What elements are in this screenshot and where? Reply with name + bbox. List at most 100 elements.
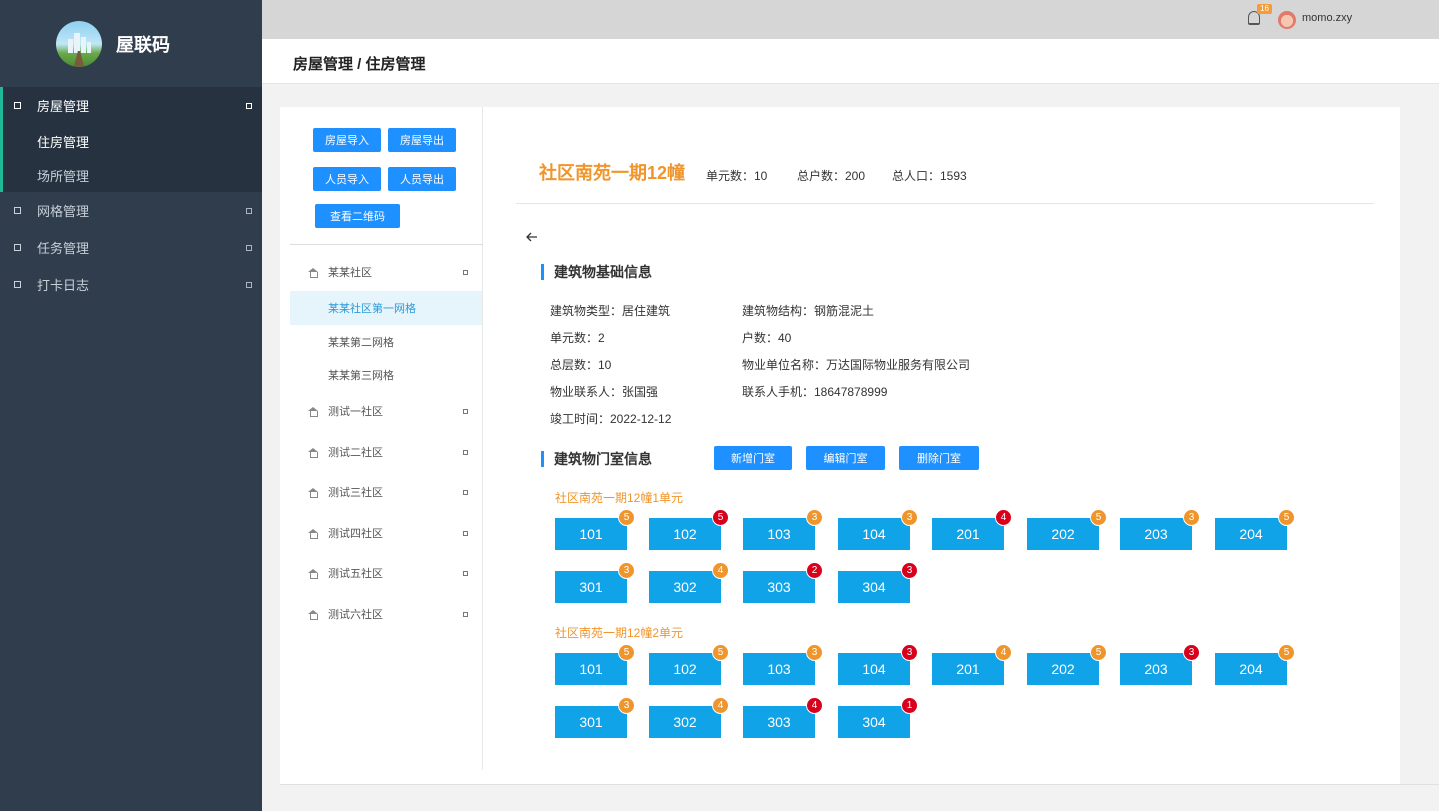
room-count-badge: 4 — [995, 509, 1012, 526]
room-button[interactable]: 203 — [1120, 518, 1192, 550]
tree-node[interactable]: 测试四社区 — [280, 516, 482, 550]
house-icon — [308, 568, 318, 579]
expand-icon — [463, 269, 468, 275]
tree-node-label: 测试四社区 — [328, 528, 383, 540]
expand-icon — [246, 102, 252, 109]
room-button[interactable]: 102 — [649, 653, 721, 685]
tree-node-label: 测试一社区 — [328, 406, 383, 418]
divider — [516, 203, 1374, 204]
room-button[interactable]: 201 — [932, 653, 1004, 685]
avatar[interactable] — [1278, 11, 1296, 29]
add-room-button[interactable]: 新增门室 — [714, 446, 792, 470]
delete-room-button[interactable]: 删除门室 — [899, 446, 979, 470]
sidebar: 屋联码 房屋管理 住房管理 场所管理 网格管理 任务管理 打卡日志 — [0, 0, 262, 811]
logo-area: 屋联码 — [0, 0, 262, 87]
room-button[interactable]: 201 — [932, 518, 1004, 550]
room-button[interactable]: 102 — [649, 518, 721, 550]
room-count-badge: 3 — [901, 509, 918, 526]
room-button[interactable]: 304 — [838, 706, 910, 738]
breadcrumb: 房屋管理 / 住房管理 — [293, 56, 426, 73]
room-count-badge: 4 — [712, 697, 729, 714]
sidebar-item-grid-management[interactable]: 网格管理 — [0, 192, 262, 229]
sidebar-subitem-housing[interactable]: 住房管理 — [0, 124, 262, 158]
sidebar-item-label: 任务管理 — [37, 241, 90, 256]
room-count-badge: 5 — [712, 644, 729, 661]
tree-node[interactable]: 某某社区 — [280, 255, 482, 289]
room-button[interactable]: 203 — [1120, 653, 1192, 685]
info-unit-count: 单元数：2 — [550, 331, 605, 345]
tree-leaf[interactable]: 某某社区第一网格 — [290, 291, 482, 325]
room-button[interactable]: 301 — [555, 706, 627, 738]
tree-node-label: 某某社区 — [328, 267, 372, 279]
sidebar-subitem-venues[interactable]: 场所管理 — [0, 158, 262, 192]
sidebar-item-label: 网格管理 — [37, 204, 90, 219]
sidebar-item-house-management[interactable]: 房屋管理 — [0, 87, 262, 124]
unit-title: 社区南苑一期12幢2单元 — [555, 626, 684, 640]
view-qrcode-button[interactable]: 查看二维码 — [315, 204, 400, 228]
username[interactable]: momo.zxy — [1302, 12, 1352, 24]
sidebar-item-task-management[interactable]: 任务管理 — [0, 229, 262, 266]
info-property-company: 物业单位名称：万达国际物业服务有限公司 — [742, 358, 971, 372]
sidebar-item-label: 打卡日志 — [37, 278, 90, 293]
topbar: 16 momo.zxy — [262, 0, 1439, 39]
room-button[interactable]: 103 — [743, 518, 815, 550]
import-people-button[interactable]: 人员导入 — [313, 167, 381, 191]
house-icon — [308, 528, 318, 539]
building-detail: 社区南苑一期12幢 单元数：10 总户数：200 总人口：1593 建筑物基础信… — [516, 107, 1374, 784]
tree-node[interactable]: 测试三社区 — [280, 475, 482, 509]
divider — [280, 784, 1439, 785]
room-button[interactable]: 104 — [838, 653, 910, 685]
room-count-badge: 4 — [712, 562, 729, 579]
room-button[interactable]: 101 — [555, 653, 627, 685]
room-count-badge: 5 — [712, 509, 729, 526]
expand-icon — [463, 449, 468, 455]
room-count-badge: 5 — [1090, 509, 1107, 526]
room-button[interactable]: 204 — [1215, 653, 1287, 685]
room-button[interactable]: 202 — [1027, 653, 1099, 685]
room-button[interactable]: 202 — [1027, 518, 1099, 550]
info-building-structure: 建筑物结构：钢筋混泥土 — [742, 304, 875, 318]
expand-icon — [463, 489, 468, 495]
tree-node[interactable]: 测试六社区 — [280, 597, 482, 631]
room-button[interactable]: 101 — [555, 518, 627, 550]
menu-square-icon — [14, 207, 21, 214]
population-count: 总人口：1593 — [892, 169, 967, 183]
expand-icon — [463, 530, 468, 536]
tree-panel: 房屋导入 房屋导出 人员导入 人员导出 查看二维码 某某社区 某某社区第一网格 … — [280, 107, 483, 770]
tree-node[interactable]: 测试二社区 — [280, 435, 482, 469]
basic-info-heading: 建筑物基础信息 — [541, 264, 652, 280]
back-arrow-icon[interactable] — [526, 231, 538, 243]
sidebar-item-checkin-log[interactable]: 打卡日志 — [0, 266, 262, 303]
room-button[interactable]: 204 — [1215, 518, 1287, 550]
edit-room-button[interactable]: 编辑门室 — [806, 446, 885, 470]
export-houses-button[interactable]: 房屋导出 — [388, 128, 456, 152]
room-button[interactable]: 302 — [649, 706, 721, 738]
tree-node[interactable]: 测试一社区 — [280, 394, 482, 428]
room-button[interactable]: 303 — [743, 571, 815, 603]
info-building-type: 建筑物类型：居住建筑 — [550, 304, 671, 318]
tree-leaf[interactable]: 某某第三网格 — [290, 358, 482, 392]
export-people-button[interactable]: 人员导出 — [388, 167, 456, 191]
expand-icon — [463, 570, 468, 576]
room-count-badge: 5 — [1090, 644, 1107, 661]
room-button[interactable]: 103 — [743, 653, 815, 685]
room-button[interactable]: 304 — [838, 571, 910, 603]
menu-square-icon — [14, 102, 21, 109]
room-button[interactable]: 104 — [838, 518, 910, 550]
info-completion-date: 竣工时间：2022-12-12 — [550, 412, 672, 426]
breadcrumb-bar: 房屋管理 / 住房管理 — [262, 39, 1439, 84]
unit-count: 单元数：10 — [706, 169, 768, 183]
room-button[interactable]: 301 — [555, 571, 627, 603]
room-count-badge: 5 — [618, 644, 635, 661]
room-button[interactable]: 302 — [649, 571, 721, 603]
house-icon — [308, 609, 318, 620]
room-count-badge: 3 — [1183, 644, 1200, 661]
import-houses-button[interactable]: 房屋导入 — [313, 128, 381, 152]
tree-leaf[interactable]: 某某第二网格 — [290, 325, 482, 359]
menu-square-icon — [14, 281, 21, 288]
tree-node-label: 测试五社区 — [328, 568, 383, 580]
house-icon — [308, 487, 318, 498]
tree-node[interactable]: 测试五社区 — [280, 556, 482, 590]
household-count: 总户数：200 — [797, 169, 866, 183]
room-button[interactable]: 303 — [743, 706, 815, 738]
